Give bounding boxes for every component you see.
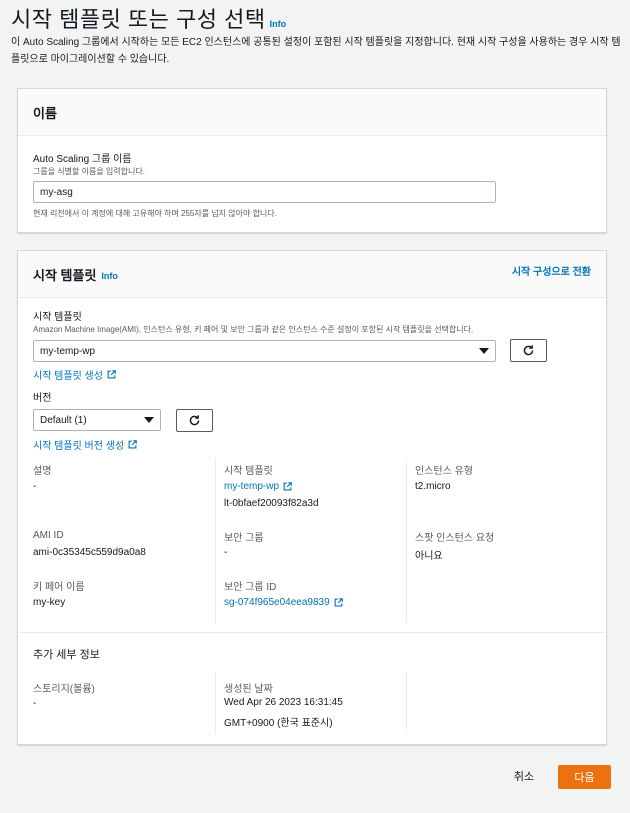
external-link-icon [283, 482, 292, 491]
key-pair-value: my-key [33, 597, 66, 608]
page-title-row: 시작 템플릿 또는 구성 선택 Info [11, 2, 286, 34]
storage-value: - [33, 698, 37, 709]
key-pair-label: 키 페어 이름 [33, 582, 85, 593]
external-link-icon [128, 440, 137, 449]
additional-details-title: 추가 세부 정보 [33, 649, 100, 661]
launch-template-detail-link-label: my-temp-wp [224, 481, 280, 492]
chevron-down-icon [479, 348, 489, 354]
security-groups-value: - [224, 547, 228, 558]
ami-id-value: ami-0c35345c559d9a0a8 [33, 547, 146, 558]
asg-name-hint: 현재 리전에서 이 계정에 대해 고유해야 하며 255자를 넘지 않아야 합니… [33, 209, 277, 218]
created-date-line1: Wed Apr 26 2023 16:31:45 [224, 697, 343, 708]
launch-template-id: lt-0bfaef20093f82a3d [224, 498, 319, 509]
column-divider [215, 458, 216, 623]
column-divider [406, 458, 407, 623]
next-button[interactable]: 다음 [558, 765, 611, 789]
launch-template-detail-link[interactable]: my-temp-wp [224, 481, 292, 492]
launch-template-detail-label: 시작 템플릿 [224, 466, 273, 477]
spot-request-label: 스팟 인스턴스 요청 [415, 533, 495, 544]
created-date-line2: GMT+0900 (한국 표준시) [224, 718, 333, 729]
create-launch-template-link[interactable]: 시작 템플릿 생성 [33, 367, 116, 382]
cancel-button[interactable]: 취소 [506, 766, 542, 786]
column-divider [215, 672, 216, 734]
launch-template-select-value: my-temp-wp [40, 345, 96, 357]
launch-template-panel: 시작 템플릿 Info 시작 구성으로 전환 시작 템플릿 Amazon Mac… [17, 250, 607, 745]
name-panel-title: 이름 [33, 105, 57, 121]
launch-template-select[interactable]: my-temp-wp [33, 340, 496, 362]
launch-template-sublabel: Amazon Machine Image(AMI), 인스턴스 유형, 키 페어… [33, 325, 474, 334]
launch-template-info-link[interactable]: Info [101, 271, 118, 281]
create-launch-template-link-label: 시작 템플릿 생성 [33, 371, 103, 382]
version-select-value: Default (1) [40, 414, 87, 426]
asg-name-input[interactable]: my-asg [33, 181, 496, 203]
page-title: 시작 템플릿 또는 구성 선택 [11, 7, 266, 32]
storage-label: 스토리지(볼륨) [33, 684, 95, 695]
asg-name-label: Auto Scaling 그룹 이름 [33, 154, 132, 165]
launch-template-panel-header: 시작 템플릿 Info 시작 구성으로 전환 [18, 251, 606, 298]
page-description: 이 Auto Scaling 그룹에서 시작하는 모든 EC2 인스턴스에 공통… [11, 37, 621, 65]
section-divider [19, 632, 605, 633]
name-panel-header: 이름 [18, 89, 606, 136]
instance-type-label: 인스턴스 유형 [415, 466, 473, 477]
description-value: - [33, 481, 37, 492]
asg-name-sublabel: 그룹을 식별할 이름을 입력합니다. [33, 167, 145, 176]
chevron-down-icon [144, 417, 154, 423]
spot-request-value: 아니요 [415, 551, 443, 562]
refresh-templates-button[interactable] [510, 339, 547, 362]
refresh-versions-button[interactable] [176, 409, 213, 432]
refresh-icon [189, 415, 200, 426]
ami-id-label: AMI ID [33, 530, 64, 541]
refresh-icon [523, 345, 534, 356]
security-group-id-label: 보안 그룹 ID [224, 582, 277, 593]
switch-to-launch-config-link[interactable]: 시작 구성으로 전환 [512, 263, 591, 278]
description-label: 설명 [33, 466, 52, 477]
security-group-id-link-label: sg-074f965e04eea9839 [224, 597, 330, 608]
info-link[interactable]: Info [270, 19, 287, 29]
launch-template-label: 시작 템플릿 [33, 312, 82, 323]
create-template-version-link-label: 시작 템플릿 버전 생성 [33, 441, 125, 452]
version-select[interactable]: Default (1) [33, 409, 161, 431]
version-label: 버전 [33, 393, 52, 404]
created-date-label: 생성된 날짜 [224, 684, 273, 695]
security-groups-label: 보안 그룹 [224, 533, 264, 544]
column-divider [406, 672, 407, 734]
name-panel: 이름 Auto Scaling 그룹 이름 그룹을 식별할 이름을 입력합니다.… [17, 88, 607, 233]
security-group-id-link[interactable]: sg-074f965e04eea9839 [224, 597, 343, 608]
instance-type-value: t2.micro [415, 481, 451, 492]
external-link-icon [107, 370, 116, 379]
external-link-icon [334, 598, 343, 607]
launch-template-panel-title: 시작 템플릿 [33, 267, 97, 283]
create-template-version-link[interactable]: 시작 템플릿 버전 생성 [33, 437, 137, 452]
